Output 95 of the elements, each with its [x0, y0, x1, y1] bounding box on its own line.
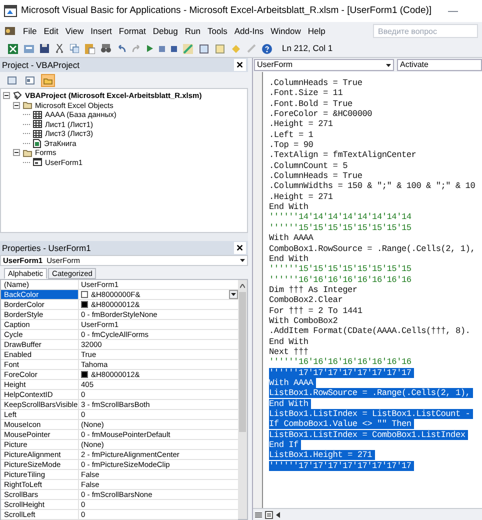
menu-item[interactable]: Add-Ins [234, 24, 264, 38]
code-line: .ColumnCount = 5 [269, 160, 348, 171]
folder-icon [23, 101, 32, 110]
code-line: .ColumnWidths = 150 & ";" & 100 & ";" & 10 [269, 181, 476, 192]
code-line: .Height = 271 [269, 192, 333, 202]
sheet-icon [33, 110, 42, 119]
code-line: .ColumnHeads = True [269, 78, 362, 88]
run-icon[interactable] [147, 45, 153, 52]
insert-form-icon[interactable] [24, 44, 34, 54]
code-line: End With [269, 202, 308, 212]
sheet-icon [33, 130, 42, 138]
code-line: .Left = 1 [269, 130, 314, 140]
code-line: With ComboBox2 [269, 316, 338, 326]
code-comment: ''''''15'15'15'15'15'15'15'15 [269, 222, 412, 233]
code-line: ComboBox1.RowSource = .Range(.Cells(2, 1), [269, 244, 476, 254]
window-icon [7, 76, 17, 84]
close-button[interactable]: ✕ [234, 59, 246, 71]
undo-icon[interactable] [117, 44, 126, 52]
dropdown-arrow-icon [386, 64, 391, 66]
view-object-button[interactable] [23, 74, 37, 86]
menu-item[interactable]: Tools [207, 24, 228, 38]
code-line: .Font.Size = 11 [269, 88, 343, 98]
code-line: .AddItem Format(CDate(AAAA.Cells(†††, 8). [269, 326, 470, 336]
excel-icon[interactable] [8, 44, 18, 54]
copy-icon[interactable] [70, 44, 79, 53]
pause-icon[interactable] [159, 46, 165, 52]
expand-toggle[interactable] [13, 149, 20, 156]
close-button[interactable]: ✕ [234, 242, 246, 254]
help-icon[interactable] [262, 44, 272, 54]
toggle-folders-button[interactable] [41, 74, 55, 86]
menu-item[interactable]: Run [184, 24, 200, 38]
workbook-icon [33, 138, 41, 148]
full-module-view-icon[interactable] [265, 510, 273, 518]
folder-icon [43, 76, 53, 84]
code-comment: ''''''16'16'16'16'16'16'16'16 [269, 274, 412, 285]
code-line: Next ††† [269, 346, 308, 357]
design-mode-icon[interactable] [183, 44, 193, 54]
form-icon [33, 158, 42, 166]
menu-item[interactable]: File [23, 24, 37, 38]
save-icon[interactable] [40, 44, 49, 53]
code-line: For ††† = 2 To 1441 [269, 306, 362, 316]
menu-item[interactable]: Edit [44, 24, 58, 38]
dropdown-arrow-icon [240, 259, 245, 262]
dropdown-arrow-icon [231, 293, 236, 296]
vba-project-icon [13, 91, 22, 100]
code-line: With AAAA [269, 233, 314, 244]
code-line: .ForeColor = &HC00000 [269, 109, 372, 120]
folder-icon [23, 148, 32, 157]
dropdown-button[interactable] [229, 290, 238, 299]
menu-item[interactable]: Format [118, 24, 146, 38]
procedure-view-icon[interactable] [255, 512, 262, 518]
menu-item[interactable]: Help [308, 24, 326, 38]
code-line: .Top = 90 [269, 140, 314, 150]
menu-item[interactable]: View [65, 24, 84, 38]
scroll-thumb[interactable] [239, 292, 246, 432]
code-comment: ''''''14'14'14'14'14'14'14'14 [269, 212, 412, 222]
view-code-button[interactable] [5, 74, 19, 86]
code-comment: ''''''17'17'17'17'17'17'17'17 [269, 460, 414, 471]
code-line: Dim ††† As Integer [269, 284, 358, 295]
paste-icon[interactable] [85, 44, 95, 54]
expand-toggle[interactable] [13, 102, 20, 109]
minimize-button[interactable]: — [448, 4, 458, 18]
sheet-icon [33, 120, 42, 128]
form-icon [25, 76, 35, 84]
scroll-left-icon[interactable] [276, 512, 280, 518]
code-line: ComboBox2.Clear [269, 295, 343, 306]
menu-item[interactable]: Debug [152, 24, 178, 38]
code-line: .Height = 271 [269, 119, 333, 130]
code-line: .Font.Bold = True [269, 98, 352, 109]
vba-icon [4, 25, 16, 37]
procedure-dropdown[interactable]: Activate [397, 59, 482, 71]
cursor-position: Ln 212, Col 1 [282, 42, 333, 55]
app-icon [4, 5, 17, 17]
properties-icon[interactable] [215, 44, 225, 54]
code-comment: ''''''17'17'17'17'17'17'17'17 [269, 368, 414, 378]
code-line: End With [269, 336, 308, 347]
help-search-field[interactable]: Введите вопрос [373, 24, 478, 38]
code-line: .TextAlign = fmTextAlignCenter [269, 150, 416, 160]
code-comment: ''''''15'15'15'15'15'15'15'15 [269, 264, 412, 274]
code-line: .ColumnHeads = True [269, 171, 362, 182]
scrollbar[interactable] [238, 280, 247, 519]
scroll-up-icon[interactable] [240, 284, 245, 288]
code-comment: ''''''16'16'16'16'16'16'16'16 [269, 357, 412, 368]
object-dropdown[interactable]: UserForm [254, 59, 394, 71]
project-explorer-icon[interactable] [199, 44, 209, 54]
menu-item[interactable]: Insert [90, 24, 112, 38]
stop-icon[interactable] [171, 46, 177, 52]
code-line: End With [269, 254, 308, 264]
pane-title: Project - VBAProject [2, 58, 80, 72]
binoculars-icon[interactable] [101, 44, 111, 53]
expand-toggle[interactable] [3, 92, 10, 100]
menu-item[interactable]: Window [270, 24, 301, 38]
window-title: Microsoft Visual Basic for Applications - Microsoft Excel-Arbeitsblatt_R.xlsm - [UserForm1 (Code)] [21, 4, 432, 18]
cut-icon[interactable] [55, 44, 64, 53]
pane-title: Properties - UserForm1 [2, 242, 92, 254]
